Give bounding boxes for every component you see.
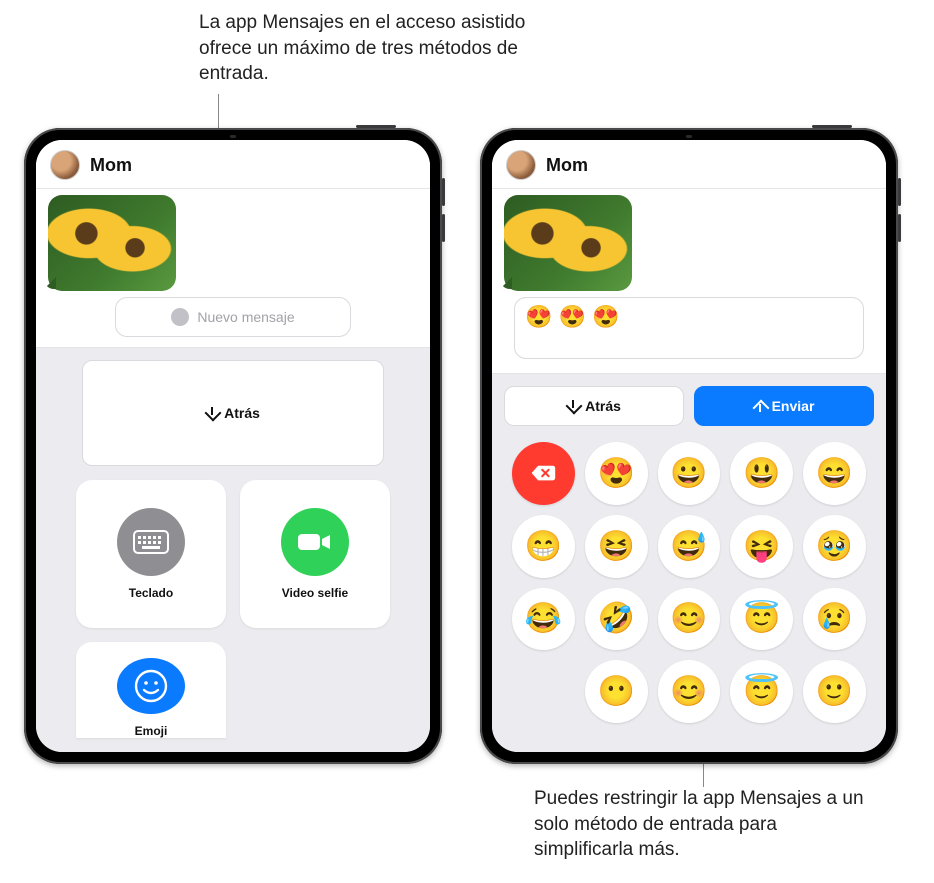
emoji-key[interactable]: 😆 xyxy=(585,515,648,578)
emoji-key[interactable]: 😂 xyxy=(512,588,575,651)
emoji-key[interactable]: 😊 xyxy=(658,588,721,651)
screen: Mom Nuevo mensaje Atrás xyxy=(36,140,430,752)
input-tile-video-selfie[interactable]: Video selfie xyxy=(240,480,390,628)
ipad-power-button xyxy=(812,125,852,128)
arrow-up-icon xyxy=(754,400,766,412)
callout-top: La app Mensajes en el acceso asistido of… xyxy=(199,10,539,87)
emoji-key[interactable]: 😅 xyxy=(658,515,721,578)
callout-leader-line xyxy=(703,761,704,787)
send-button[interactable]: Enviar xyxy=(694,386,874,426)
screen: Mom 😍 😍 😍 Atrás En xyxy=(492,140,886,752)
video-camera-icon xyxy=(281,508,349,576)
emoji-key[interactable]: 😍 xyxy=(585,442,648,505)
arrow-down-icon xyxy=(567,400,579,412)
compose-value: 😍 😍 😍 xyxy=(525,304,619,329)
input-tile-keyboard[interactable]: Teclado xyxy=(76,480,226,628)
contact-avatar xyxy=(506,150,536,180)
emoji-key[interactable]: 😃 xyxy=(730,442,793,505)
contact-avatar xyxy=(50,150,80,180)
new-message-field[interactable]: Nuevo mensaje xyxy=(115,297,352,337)
received-image-message[interactable] xyxy=(48,195,176,291)
emoji-key[interactable]: 😢 xyxy=(803,588,866,651)
backspace-icon xyxy=(530,463,556,483)
ipad-device-left: Mom Nuevo mensaje Atrás xyxy=(24,128,442,764)
back-button[interactable]: Atrás xyxy=(504,386,684,426)
emoji-key[interactable]: 😄 xyxy=(803,442,866,505)
emoji-key[interactable]: 😶 xyxy=(585,660,648,723)
ipad-volume-down xyxy=(898,214,901,242)
delete-key[interactable] xyxy=(512,442,575,505)
tile-label: Teclado xyxy=(129,586,173,600)
conversation-header[interactable]: Mom xyxy=(36,140,430,189)
back-button[interactable]: Atrás xyxy=(82,360,384,466)
ipad-device-right: Mom 😍 😍 😍 Atrás En xyxy=(480,128,898,764)
emoji-key[interactable]: 😀 xyxy=(658,442,721,505)
back-label: Atrás xyxy=(224,405,260,421)
tile-label: Emoji xyxy=(135,724,168,738)
ipad-volume-up xyxy=(898,178,901,206)
compose-placeholder: Nuevo mensaje xyxy=(197,309,294,325)
tile-label: Video selfie xyxy=(282,586,348,600)
send-label: Enviar xyxy=(772,398,815,414)
emoji-key[interactable]: 🥹 xyxy=(803,515,866,578)
emoji-key[interactable]: 😇 xyxy=(730,588,793,651)
input-tile-emoji[interactable]: Emoji xyxy=(76,642,226,738)
ipad-volume-down xyxy=(442,214,445,242)
received-image-message[interactable] xyxy=(504,195,632,291)
callout-bottom: Puedes restringir la app Mensajes a un s… xyxy=(534,786,874,863)
contact-name: Mom xyxy=(90,155,132,176)
ipad-volume-up xyxy=(442,178,445,206)
emoji-face-icon xyxy=(117,658,185,714)
keyboard-icon xyxy=(117,508,185,576)
emoji-key[interactable]: 🙂 xyxy=(803,660,866,723)
message-area: 😍 😍 😍 xyxy=(492,189,886,373)
contact-name: Mom xyxy=(546,155,588,176)
input-method-panel: Atrás Teclado Video selfie xyxy=(36,347,430,752)
emoji-key[interactable]: 😊 xyxy=(658,660,721,723)
emoji-key[interactable]: 😇 xyxy=(730,660,793,723)
back-label: Atrás xyxy=(585,398,621,414)
chat-bubble-icon xyxy=(171,308,189,326)
emoji-key[interactable]: 🤣 xyxy=(585,588,648,651)
emoji-key[interactable]: 😁 xyxy=(512,515,575,578)
ipad-power-button xyxy=(356,125,396,128)
message-area: Nuevo mensaje xyxy=(36,189,430,347)
arrow-down-icon xyxy=(206,407,218,419)
conversation-header[interactable]: Mom xyxy=(492,140,886,189)
message-compose-box[interactable]: 😍 😍 😍 xyxy=(514,297,864,359)
emoji-keyboard-panel: Atrás Enviar 😍😀😃😄 😁😆😅😝🥹 😂🤣😊😇😢 😶😊😇🙂 xyxy=(492,373,886,752)
emoji-key[interactable]: 😝 xyxy=(730,515,793,578)
emoji-grid: 😍😀😃😄 😁😆😅😝🥹 😂🤣😊😇😢 😶😊😇🙂 xyxy=(504,438,874,727)
